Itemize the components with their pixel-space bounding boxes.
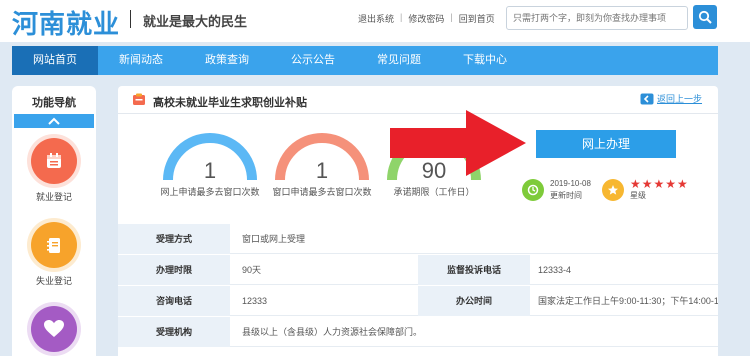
home-link[interactable]: 回到首页 xyxy=(459,12,495,25)
table-row: 咨询电话 12333 办公时间 国家法定工作日上午9:00-11:30；下午14… xyxy=(118,286,718,316)
nav-item-home[interactable]: 网站首页 xyxy=(12,46,98,75)
change-password-link[interactable]: 修改密码 xyxy=(408,12,444,25)
table-key: 受理方式 xyxy=(118,224,230,254)
table-key: 办理时限 xyxy=(118,255,230,285)
table-row: 受理方式 窗口或网上受理 xyxy=(118,224,718,254)
gauge-value: 1 xyxy=(203,158,217,183)
page-title: 高校未就业毕业生求职创业补贴 xyxy=(153,97,307,109)
sidebar-scroll-up[interactable] xyxy=(14,114,94,128)
apply-online-button[interactable]: 网上办理 xyxy=(536,130,676,158)
table-key: 监督投诉电话 xyxy=(418,255,530,285)
gauge-label: 网上申请最多去窗口次数 xyxy=(160,187,260,197)
search-icon xyxy=(698,10,712,24)
site-slogan: 就业是最大的民生 xyxy=(143,14,248,29)
link-divider: | xyxy=(400,12,403,22)
gauge-label: 窗口申请最多去窗口次数 xyxy=(272,187,372,197)
header: 河南就业 就业是最大的民生 退出系统 | 修改密码 | 回到首页 xyxy=(0,0,750,42)
update-date: 2019-10-08 xyxy=(550,179,591,188)
gauge-online: 1 网上申请最多去窗口次数 xyxy=(160,128,260,197)
bookmark-icon xyxy=(133,93,145,105)
annotation-arrow-icon xyxy=(390,110,526,176)
nav-item-downloads[interactable]: 下载中心 xyxy=(442,46,528,75)
rating-label: 星级 xyxy=(630,191,646,200)
gauge-window: 1 窗口申请最多去窗口次数 xyxy=(272,128,372,197)
gauge-value: 1 xyxy=(315,158,329,183)
update-time: 2019-10-08 更新时间 xyxy=(522,178,591,202)
nav-item-policy[interactable]: 政策查询 xyxy=(184,46,270,75)
heart-icon xyxy=(31,306,77,352)
chevron-up-icon xyxy=(48,117,60,125)
search-box xyxy=(506,6,688,30)
site-logo[interactable]: 河南就业 xyxy=(12,4,120,41)
clock-icon xyxy=(522,179,544,201)
sidebar-item-label: 失业登记 xyxy=(35,276,72,286)
logout-link[interactable]: 退出系统 xyxy=(358,12,394,25)
table-key: 受理机构 xyxy=(118,317,230,347)
star-badge-icon xyxy=(602,179,624,201)
table-row: 受理机构 县级以上（含县级）人力资源社会保障部门。 xyxy=(118,317,718,347)
star-rating: ★★★★★ xyxy=(630,177,689,191)
top-links: 退出系统 | 修改密码 | 回到首页 xyxy=(358,12,495,25)
notebook-icon xyxy=(31,222,77,268)
table-value: 县级以上（含县级）人力资源社会保障部门。 xyxy=(242,327,423,337)
table-key: 咨询电话 xyxy=(118,286,230,316)
sidebar-item-heart[interactable] xyxy=(12,306,96,352)
back-label: 返回上一步 xyxy=(657,94,703,104)
sidebar: 功能导航 就业登记 失业登记 xyxy=(12,86,96,356)
table-value: 国家法定工作日上午9:00-11:30；下午14:00-17:00 xyxy=(538,296,718,306)
table-value: 90天 xyxy=(242,265,262,275)
main-nav: 网站首页 新闻动态 政策查询 公示公告 常见问题 下载中心 xyxy=(12,46,718,75)
table-key: 办公时间 xyxy=(418,286,530,316)
gauge-label: 承诺期限（工作日） xyxy=(393,187,475,197)
back-button[interactable]: 返回上一步 xyxy=(640,92,702,105)
calendar-icon xyxy=(31,138,77,184)
logo-divider xyxy=(130,10,131,28)
search-button[interactable] xyxy=(693,5,717,29)
sidebar-title: 功能导航 xyxy=(32,97,76,109)
table-value: 12333 xyxy=(242,296,268,306)
nav-item-news[interactable]: 新闻动态 xyxy=(98,46,184,75)
link-divider: | xyxy=(450,12,453,22)
table-value: 12333-4 xyxy=(538,265,572,275)
search-input[interactable] xyxy=(507,7,687,29)
sidebar-item-label: 就业登记 xyxy=(35,192,72,202)
table-row: 办理时限 90天 监督投诉电话 12333-4 xyxy=(118,255,718,285)
back-icon xyxy=(640,93,654,104)
sidebar-item-unemployment-registration[interactable]: 失业登记 xyxy=(12,222,96,287)
rating: ★★★★★ 星级 xyxy=(602,178,689,202)
sidebar-item-employment-registration[interactable]: 就业登记 xyxy=(12,138,96,203)
nav-item-announcements[interactable]: 公示公告 xyxy=(270,46,356,75)
nav-item-faq[interactable]: 常见问题 xyxy=(356,46,442,75)
table-value: 窗口或网上受理 xyxy=(242,234,306,244)
update-label: 更新时间 xyxy=(550,191,582,200)
